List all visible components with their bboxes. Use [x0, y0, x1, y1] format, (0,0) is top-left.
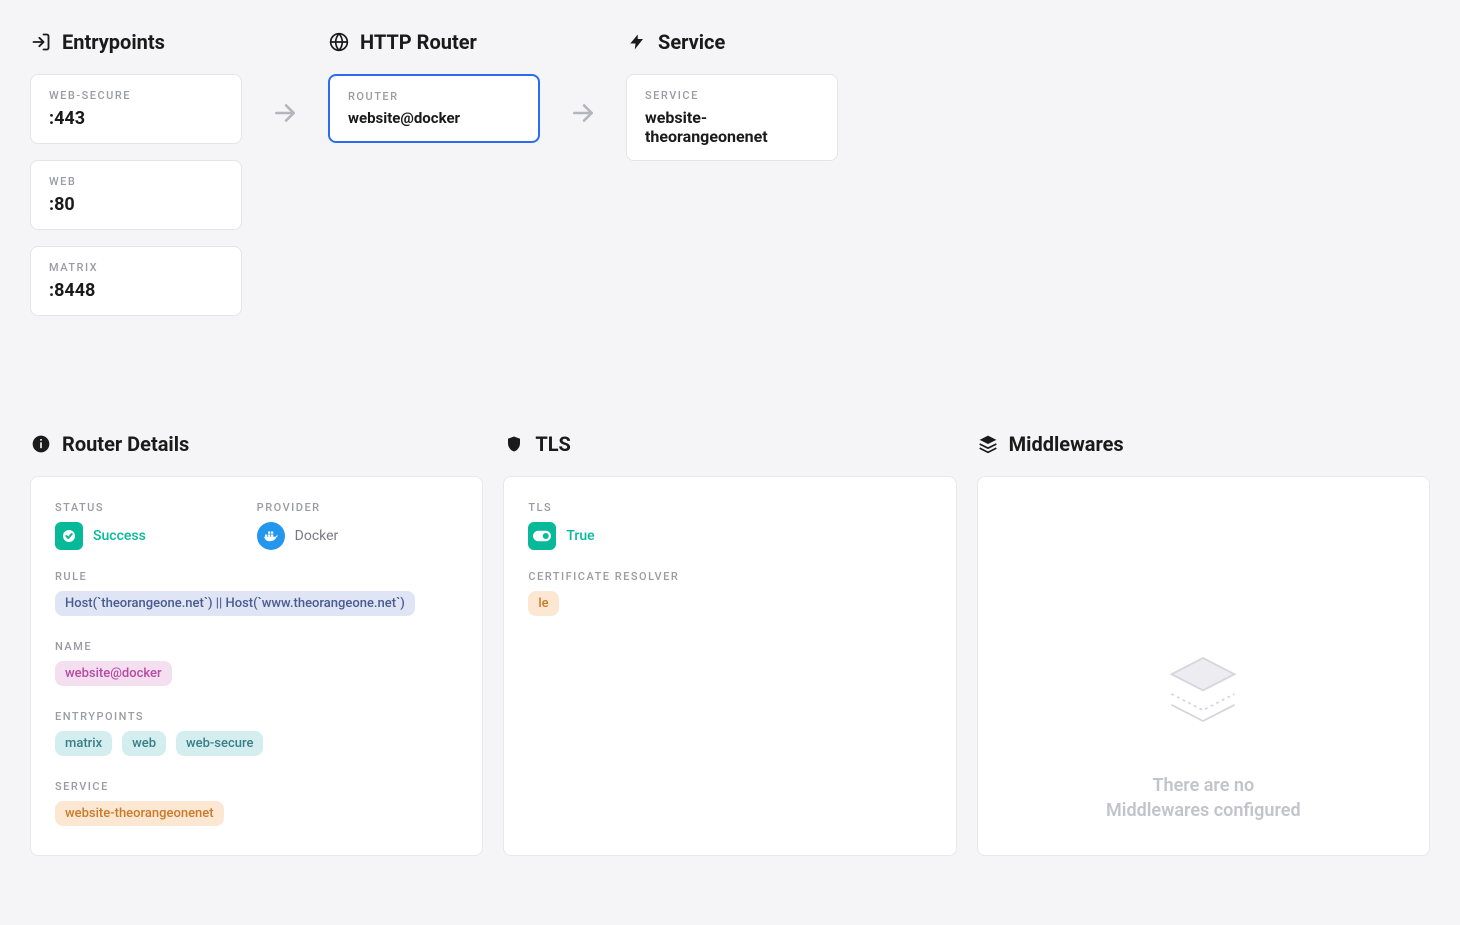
provider-label: PROVIDER	[257, 501, 459, 514]
entrypoints-title: Entrypoints	[62, 30, 165, 54]
tls-label: TLS	[528, 501, 931, 514]
service-value: website-theorangeonenet	[645, 108, 819, 146]
details-row: Router Details STATUS Success PROVIDER	[30, 432, 1430, 856]
service-chip[interactable]: website-theorangeonenet	[55, 801, 224, 826]
router-value: website@docker	[348, 109, 520, 127]
router-details-body: STATUS Success PROVIDER Docker	[30, 476, 483, 856]
info-icon	[30, 433, 52, 455]
flow-row: Entrypoints WEB-SECURE :443 WEB :80 MATR…	[30, 30, 1430, 332]
globe-icon	[328, 31, 350, 53]
tls-panel: TLS TLS True CERTIFICATE RESOLVER le	[503, 432, 956, 856]
tls-body: TLS True CERTIFICATE RESOLVER le	[503, 476, 956, 856]
arrow-1	[242, 30, 328, 130]
resolver-chip[interactable]: le	[528, 591, 558, 616]
http-router-title: HTTP Router	[360, 30, 477, 54]
shield-icon	[503, 433, 525, 455]
entrypoint-card-web[interactable]: WEB :80	[30, 160, 242, 230]
router-details-title: Router Details	[62, 432, 189, 456]
http-router-header: HTTP Router	[328, 30, 540, 54]
login-icon	[30, 31, 52, 53]
entrypoint-label: MATRIX	[49, 261, 223, 274]
service-title: Service	[658, 30, 725, 54]
arrow-right-icon	[272, 100, 298, 130]
router-card[interactable]: ROUTER website@docker	[328, 74, 540, 143]
middlewares-panel: Middlewares There are no Middlewares con…	[977, 432, 1430, 856]
layers-empty-icon	[1158, 649, 1248, 743]
middlewares-title: Middlewares	[1009, 432, 1124, 456]
middlewares-body: There are no Middlewares configured	[977, 476, 1430, 856]
provider-text: Docker	[295, 528, 339, 544]
entrypoints-label: ENTRYPOINTS	[55, 710, 458, 723]
toggle-on-icon	[528, 522, 556, 550]
status-text: Success	[93, 528, 146, 544]
service-card[interactable]: SERVICE website-theorangeonenet	[626, 74, 838, 161]
name-chip[interactable]: website@docker	[55, 661, 172, 686]
entrypoint-chip[interactable]: web-secure	[176, 731, 263, 756]
empty-line-2: Middlewares configured	[1106, 798, 1301, 823]
entrypoint-card-web-secure[interactable]: WEB-SECURE :443	[30, 74, 242, 144]
entrypoint-label: WEB	[49, 175, 223, 188]
middlewares-empty-state: There are no Middlewares configured	[1002, 501, 1405, 831]
docker-icon	[257, 522, 285, 550]
rule-label: RULE	[55, 570, 458, 583]
router-details-panel: Router Details STATUS Success PROVIDER	[30, 432, 483, 856]
entrypoint-label: WEB-SECURE	[49, 89, 223, 102]
entrypoints-header: Entrypoints	[30, 30, 242, 54]
arrow-2	[540, 30, 626, 130]
empty-line-1: There are no	[1106, 773, 1301, 798]
resolver-label: CERTIFICATE RESOLVER	[528, 570, 931, 583]
status-label: STATUS	[55, 501, 257, 514]
rule-chip[interactable]: Host(`theorangeone.net`) || Host(`www.th…	[55, 591, 415, 616]
entrypoint-value: :8448	[49, 280, 223, 301]
entrypoint-chip[interactable]: matrix	[55, 731, 112, 756]
tls-text: True	[566, 528, 594, 544]
empty-message: There are no Middlewares configured	[1106, 773, 1301, 823]
router-label: ROUTER	[348, 90, 520, 103]
layers-icon	[977, 433, 999, 455]
http-router-column: HTTP Router ROUTER website@docker	[328, 30, 540, 159]
router-details-header: Router Details	[30, 432, 483, 456]
check-icon	[55, 522, 83, 550]
tls-title: TLS	[535, 432, 571, 456]
service-label: SERVICE	[55, 780, 458, 793]
service-label: SERVICE	[645, 89, 819, 102]
service-column: Service SERVICE website-theorangeonenet	[626, 30, 838, 177]
entrypoint-card-matrix[interactable]: MATRIX :8448	[30, 246, 242, 316]
name-label: NAME	[55, 640, 458, 653]
entrypoint-value: :443	[49, 108, 223, 129]
entrypoint-value: :80	[49, 194, 223, 215]
bolt-icon	[626, 31, 648, 53]
entrypoint-chip[interactable]: web	[122, 731, 166, 756]
middlewares-header: Middlewares	[977, 432, 1430, 456]
arrow-right-icon	[570, 100, 596, 130]
service-header: Service	[626, 30, 838, 54]
entrypoints-column: Entrypoints WEB-SECURE :443 WEB :80 MATR…	[30, 30, 242, 332]
tls-header: TLS	[503, 432, 956, 456]
